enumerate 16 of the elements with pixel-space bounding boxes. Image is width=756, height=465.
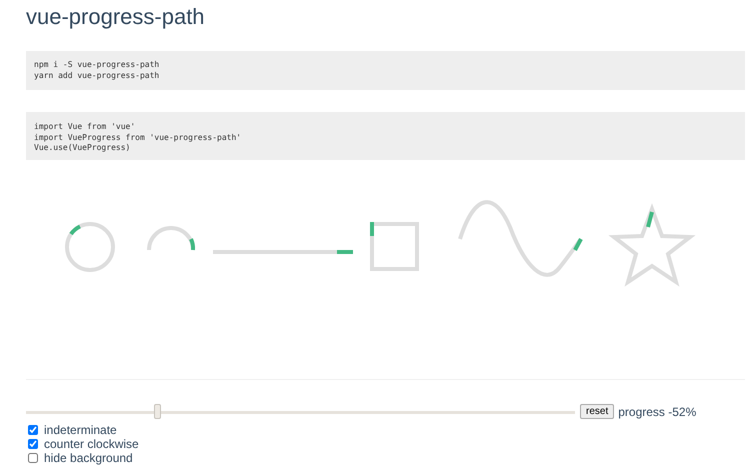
semicircle-progress-drawing (147, 226, 196, 250)
square-progress-drawing (370, 222, 419, 270)
option-checkbox[interactable] (28, 452, 38, 462)
progress-slider[interactable] (26, 402, 575, 420)
code-block: import Vue from 'vue' import VueProgress from 'vue-progress-path' Vue.use(VueProgress) (26, 112, 745, 160)
reset-button[interactable]: reset (580, 404, 614, 419)
code-block: npm i -S vue-progress-path yarn add vue-progress-path (26, 51, 745, 90)
option-label: hide background (44, 450, 133, 464)
option-checkbox[interactable] (28, 424, 38, 434)
option-checkbox[interactable] (28, 438, 38, 448)
option-label: counter clockwise (44, 436, 139, 450)
slider-handle[interactable] (154, 404, 161, 418)
circle-progress-drawing (65, 222, 115, 272)
option-label: indeterminate (44, 422, 117, 436)
page-title: vue-progress-path (26, 3, 206, 31)
progress-label: progress -52% (618, 404, 696, 418)
